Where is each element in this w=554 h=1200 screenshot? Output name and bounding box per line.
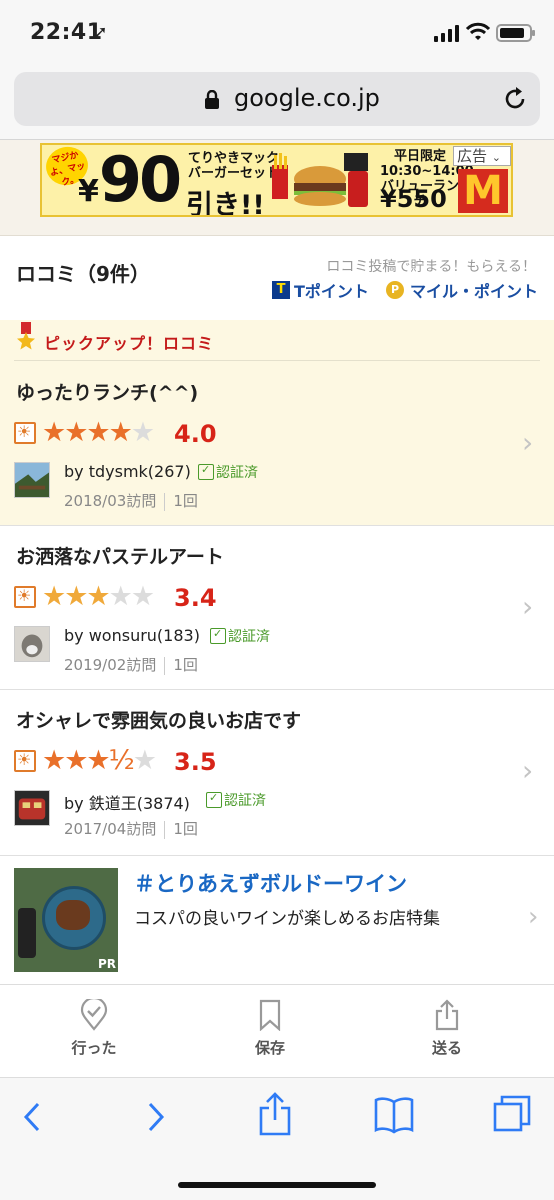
review-user[interactable]: by tdysmk(267)	[64, 462, 191, 481]
wifi-icon	[466, 22, 490, 40]
feature-description: コスパの良いワインが楽しめるお店特集	[134, 909, 440, 929]
review-visit: 2019/02訪問 1回	[64, 656, 198, 675]
pickup-label: ピックアップ！ロコミ	[44, 334, 215, 353]
status-time: 22:41	[30, 20, 103, 45]
chevron-down-icon: ⌄	[491, 151, 502, 164]
review-visit: 2017/04訪問 1回	[64, 820, 198, 839]
sun-icon	[14, 586, 36, 608]
point-icon: P	[386, 281, 404, 299]
feature-title: ＃とりあえずボルドーワイン	[134, 872, 407, 896]
review-card[interactable]: ゆったりランチ(^^) ★★★★★ 4.0 by tdysmk(267) 認証済…	[0, 362, 554, 526]
certified-icon	[206, 791, 222, 808]
review-score: 4.0	[174, 420, 217, 448]
ribbon-icon	[17, 322, 35, 350]
review-visit: 2018/03訪問 1回	[64, 492, 198, 511]
home-indicator	[178, 1182, 376, 1188]
certified-badge: 認証済	[206, 790, 266, 810]
battery-icon	[496, 24, 535, 42]
send-button[interactable]: 送る	[397, 999, 497, 1058]
certified-icon	[210, 627, 226, 644]
certified-badge: 認証済	[210, 626, 270, 646]
bookmark-icon	[259, 999, 281, 1031]
tpoint-link[interactable]: T Tポイント	[272, 278, 369, 302]
save-button[interactable]: 保存	[220, 999, 320, 1058]
star-rating: ★★★★★	[42, 581, 155, 612]
chevron-right-icon: ›	[522, 754, 534, 787]
chevron-right-icon: ›	[528, 902, 539, 932]
back-icon[interactable]	[20, 1100, 44, 1134]
review-user[interactable]: by wonsuru(183)	[64, 626, 200, 645]
divider	[14, 360, 540, 361]
reviews-promo: ロコミ投稿で貯まる！もらえる！	[326, 259, 536, 275]
review-user[interactable]: by 鉄道王(3874)	[64, 790, 190, 814]
reviews-title: ロコミ（9件）	[16, 262, 150, 286]
url-text: google.co.jp	[234, 84, 380, 112]
certified-badge: 認証済	[198, 462, 258, 482]
review-title: ゆったりランチ(^^)	[16, 382, 199, 404]
lock-icon	[205, 90, 219, 109]
ad-banner[interactable]: マジかよ、マック。 ¥90 てりやきマック バーガーセット 引き!! 平日限定 10…	[40, 143, 513, 217]
review-score: 3.4	[174, 584, 217, 612]
sun-icon	[14, 422, 36, 444]
star-rating: ★★★★★	[42, 417, 155, 448]
bookmarks-icon[interactable]	[374, 1096, 414, 1134]
ad-discount-suffix: 引き!!	[186, 190, 265, 217]
review-title: オシャレで雰囲気の良いお店です	[16, 710, 302, 732]
review-score: 3.5	[174, 748, 217, 776]
ad-label[interactable]: 広告 ⌄	[453, 146, 511, 166]
ad-area: マジかよ、マック。 ¥90 てりやきマック バーガーセット 引き!! 平日限定 10…	[0, 140, 554, 236]
tabs-icon[interactable]	[492, 1094, 532, 1134]
signal-icon	[434, 24, 459, 42]
went-button[interactable]: 行った	[44, 999, 144, 1058]
share-icon[interactable]	[258, 1092, 292, 1136]
pr-label: PR	[97, 957, 116, 971]
burger-image	[272, 153, 368, 207]
star-rating: ★★★½★	[42, 745, 157, 776]
reviews-header: ロコミ（9件） ロコミ投稿で貯まる！もらえる！ T Tポイント P マイル・ポイント	[0, 236, 554, 320]
brand-logo: M	[458, 169, 508, 213]
ad-value-price: ¥550	[380, 185, 447, 213]
feature-banner[interactable]: PR ＃とりあえずボルドーワイン コスパの良いワインが楽しめるお店特集 ›	[0, 856, 554, 984]
feature-image: PR	[14, 868, 118, 972]
avatar	[14, 790, 50, 826]
review-card[interactable]: オシャレで雰囲気の良いお店です ★★★½★ 3.5 by 鉄道王(3874) 認…	[0, 690, 554, 856]
check-pin-icon	[80, 999, 108, 1031]
avatar	[14, 462, 50, 498]
mile-point-link[interactable]: P マイル・ポイント	[386, 278, 538, 302]
forward-icon[interactable]	[144, 1100, 168, 1134]
ad-discount: ¥90	[78, 143, 182, 216]
browser-address-area: google.co.jp	[0, 64, 554, 140]
review-title: お洒落なパステルアート	[16, 546, 224, 568]
action-bar: 行った 保存 送る	[0, 984, 554, 1078]
tpoint-icon: T	[272, 281, 290, 299]
ad-product: てりやきマック バーガーセット	[188, 151, 280, 181]
location-icon: ➚	[94, 22, 108, 41]
share-icon	[435, 999, 459, 1031]
sun-icon	[14, 750, 36, 772]
certified-icon	[198, 463, 214, 480]
reload-icon[interactable]	[502, 86, 528, 112]
review-card[interactable]: お洒落なパステルアート ★★★★★ 3.4 by wonsuru(183) 認証…	[0, 526, 554, 690]
chevron-right-icon: ›	[522, 590, 534, 623]
address-bar[interactable]: google.co.jp	[14, 72, 540, 126]
avatar	[14, 626, 50, 662]
status-bar: 22:41 ➚	[0, 0, 554, 64]
chevron-right-icon: ›	[522, 426, 534, 459]
